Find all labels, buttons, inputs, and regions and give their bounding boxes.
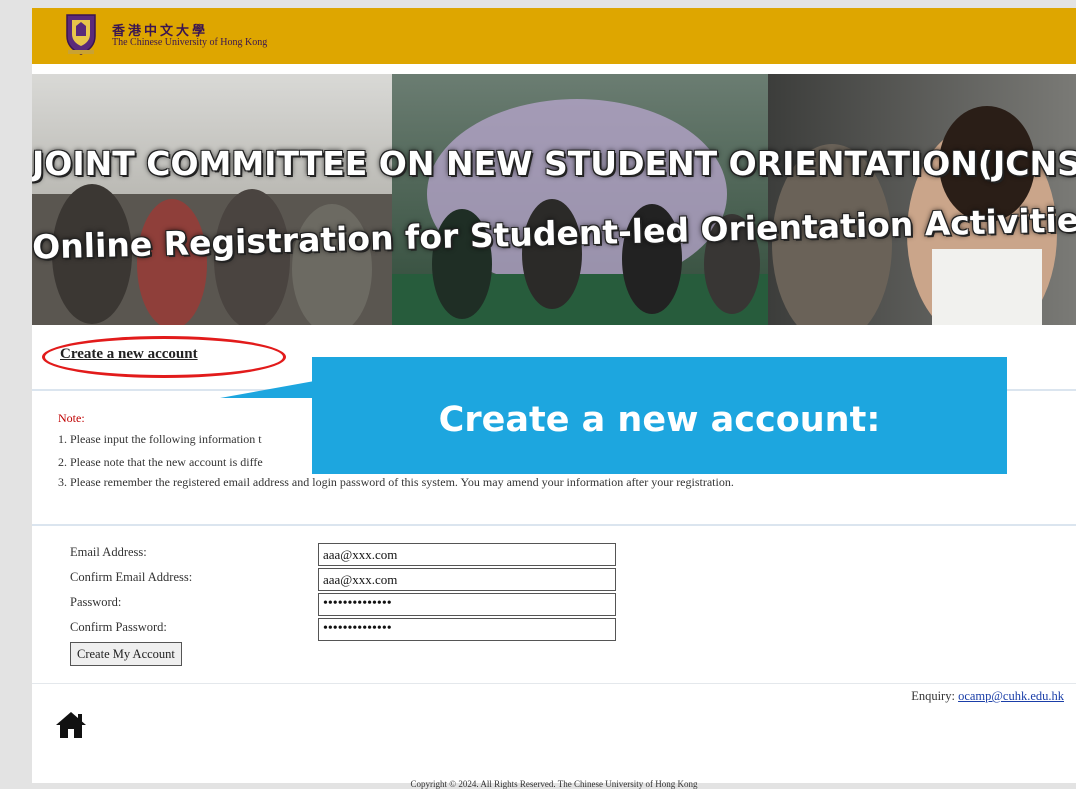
- divider-footer: [32, 683, 1076, 684]
- note-item-2: 2. Please note that the new account is d…: [58, 455, 263, 469]
- note-label: Note:: [58, 411, 85, 425]
- orientation-banner: JOINT COMMITTEE ON NEW STUDENT ORIENTATI…: [32, 74, 1076, 325]
- email-label: Email Address:: [70, 545, 147, 559]
- note-item-1: 1. Please input the following informatio…: [58, 432, 262, 446]
- banner-photo-collage: [32, 74, 1076, 325]
- note-item-3: 3. Please remember the registered email …: [58, 475, 734, 489]
- banner-title-line1: JOINT COMMITTEE ON NEW STUDENT ORIENTATI…: [32, 144, 1076, 183]
- divider-bottom: [32, 524, 1076, 526]
- page: 香港中文大學 The Chinese University of Hong Ko…: [32, 8, 1076, 789]
- confirm-password-field[interactable]: ••••••••••••••: [318, 618, 616, 641]
- create-account-button[interactable]: Create My Account: [70, 642, 182, 666]
- enquiry-email-link[interactable]: ocamp@cuhk.edu.hk: [958, 689, 1064, 703]
- confirm-email-label: Confirm Email Address:: [70, 570, 193, 584]
- email-field[interactable]: aaa@xxx.com: [318, 543, 616, 566]
- home-icon[interactable]: [54, 710, 88, 740]
- highlight-oval: [42, 336, 286, 378]
- password-label: Password:: [70, 595, 122, 609]
- confirm-email-field[interactable]: aaa@xxx.com: [318, 568, 616, 591]
- university-name-english: The Chinese University of Hong Kong: [112, 37, 268, 48]
- university-header: 香港中文大學 The Chinese University of Hong Ko…: [32, 8, 1076, 64]
- copyright: Copyright © 2024. All Rights Reserved. T…: [410, 779, 698, 789]
- callout-box: Create a new account:: [312, 357, 1007, 474]
- callout-pointer: [220, 380, 320, 398]
- enquiry: Enquiry: ocamp@cuhk.edu.hk: [911, 689, 1064, 704]
- confirm-password-label: Confirm Password:: [70, 620, 167, 634]
- enquiry-label: Enquiry:: [911, 689, 959, 703]
- password-field[interactable]: ••••••••••••••: [318, 593, 616, 616]
- university-logo-icon: [66, 14, 96, 55]
